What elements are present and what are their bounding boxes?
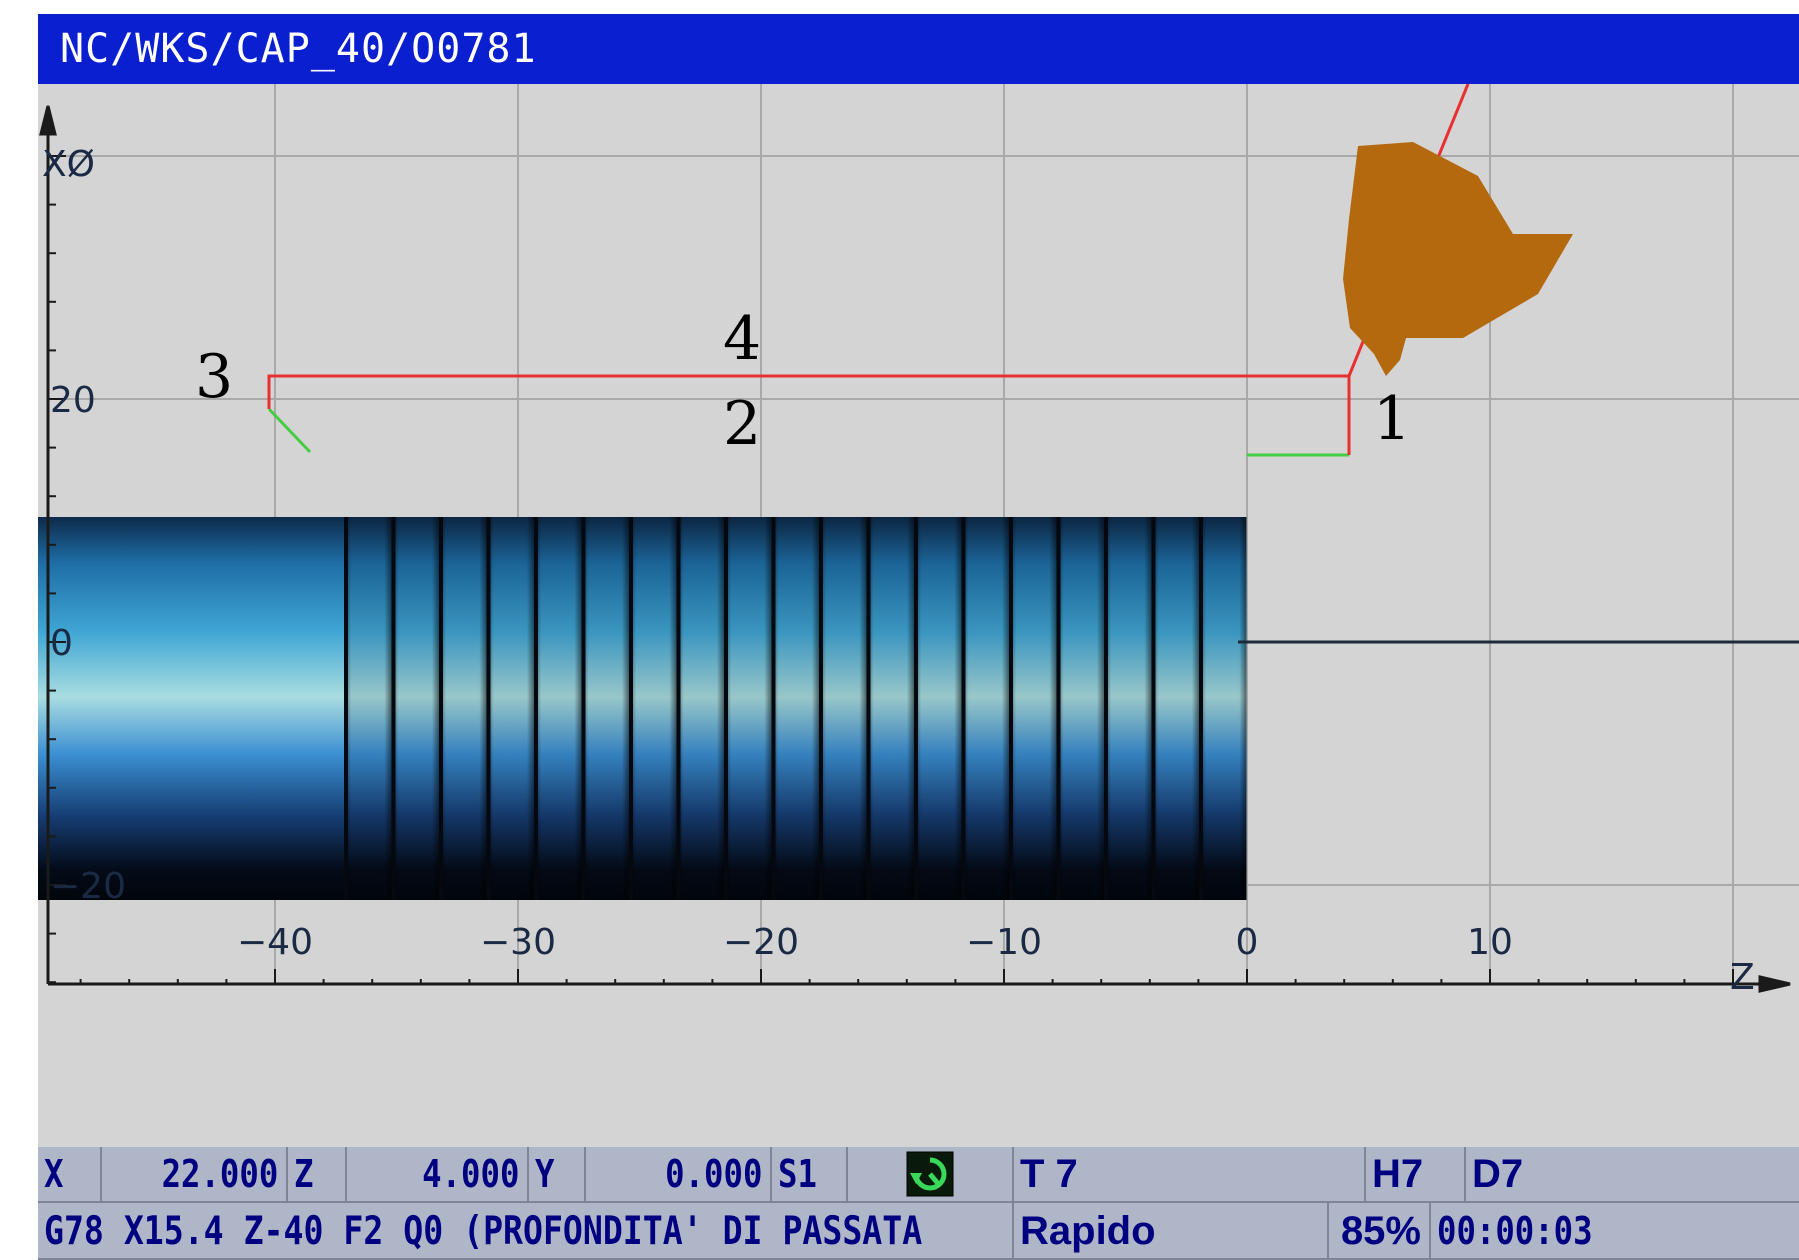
x-position: 22.000	[102, 1147, 288, 1203]
thread-shade	[391, 517, 439, 900]
thread-groove	[534, 517, 538, 900]
cutting-tool-icon	[1343, 142, 1573, 376]
x-tick-label: −20	[50, 866, 126, 907]
path-marker-3: 3	[195, 342, 233, 412]
feed-override: 85%	[1329, 1203, 1431, 1260]
z-tick-label: −40	[237, 922, 313, 963]
thread-groove	[866, 517, 871, 900]
thread-groove	[819, 517, 823, 900]
x-tick-label: 20	[50, 380, 96, 421]
thread-groove	[676, 517, 681, 900]
thread-shade	[486, 517, 534, 900]
spindle-status	[848, 1147, 1014, 1203]
z-axis-name: Z	[288, 1147, 347, 1203]
thread-groove	[1151, 517, 1156, 900]
path-marker-2: 2	[723, 389, 761, 459]
thread-groove	[344, 517, 348, 900]
thread-shade	[1104, 517, 1152, 900]
h-offset: H7	[1366, 1147, 1466, 1203]
thread-groove	[581, 517, 586, 900]
path-marker-1: 1	[1373, 384, 1411, 454]
thread-shade	[581, 517, 629, 900]
thread-shade	[629, 517, 677, 900]
spindle-label: S1	[772, 1147, 848, 1203]
elapsed-time: 00:00:03	[1431, 1203, 1799, 1260]
thread-groove	[629, 517, 633, 900]
workpiece	[38, 517, 1247, 900]
thread-shade	[866, 517, 914, 900]
thread-shade	[1199, 517, 1247, 900]
thread-groove	[1199, 517, 1203, 900]
thread-shade	[676, 517, 724, 900]
thread-shade	[724, 517, 772, 900]
program-line: G78 X15.4 Z-40 F2 Q0 (PROFONDITA' DI PAS…	[38, 1203, 1014, 1260]
feed-mode: Rapido	[1014, 1203, 1329, 1260]
thread-shade	[534, 517, 582, 900]
x-axis-label: XØ	[42, 144, 95, 185]
path-marker-4: 4	[723, 304, 761, 374]
z-tick-label: −20	[723, 922, 799, 963]
y-position: 0.000	[586, 1147, 772, 1203]
window-title: NC/WKS/CAP_40/O0781	[38, 14, 1799, 84]
x-axis-name: X	[38, 1147, 102, 1203]
z-axis-label: Z	[1730, 957, 1755, 998]
y-axis-name: Y	[529, 1147, 586, 1203]
thread-shade	[1151, 517, 1199, 900]
tool-number: T 7	[1014, 1147, 1366, 1203]
thread-groove	[724, 517, 728, 900]
simulation-viewport[interactable]: XØ Z 20 0 −20 −40 −30 −20 −10 0 10 3 4 2 1	[38, 84, 1799, 1147]
thread-shade	[914, 517, 962, 900]
z-tick-label: −30	[480, 922, 556, 963]
thread-groove	[1104, 517, 1108, 900]
thread-shade	[961, 517, 1009, 900]
thread-shade	[771, 517, 819, 900]
thread-groove	[1009, 517, 1013, 900]
thread-groove	[1056, 517, 1061, 900]
thread-groove	[771, 517, 776, 900]
spindle-rotation-icon	[906, 1151, 954, 1197]
thread-groove	[391, 517, 396, 900]
thread-shade	[344, 517, 392, 900]
z-tick-label: 0	[1236, 922, 1259, 963]
d-offset: D7	[1466, 1147, 1799, 1203]
x-tick-label: 0	[50, 623, 73, 664]
thread-shade	[439, 517, 487, 900]
thread-groove	[914, 517, 918, 900]
thread-groove	[486, 517, 491, 900]
thread-groove	[439, 517, 443, 900]
status-panel: X 22.000 Z 4.000 Y 0.000 S1 T 7 H7 D7 G7…	[38, 1147, 1799, 1260]
z-tick-label: −10	[966, 922, 1042, 963]
z-tick-label: 10	[1467, 922, 1513, 963]
thread-shade	[819, 517, 867, 900]
z-position: 4.000	[347, 1147, 529, 1203]
thread-shade	[1009, 517, 1057, 900]
cnc-simulation-window: NC/WKS/CAP_40/O0781 XØ Z 20 0 −20 −40 −3…	[38, 14, 1799, 1260]
thread-shade	[1056, 517, 1104, 900]
thread-groove	[961, 517, 966, 900]
